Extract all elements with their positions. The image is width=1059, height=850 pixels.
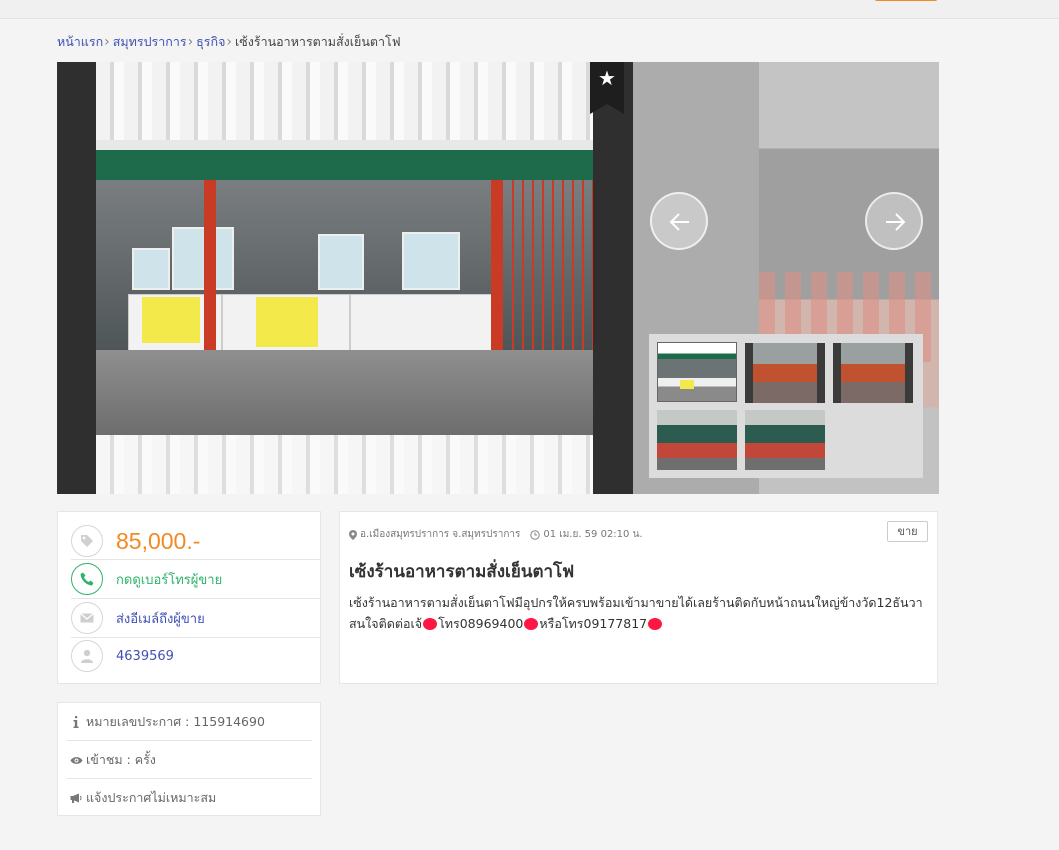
top-bar <box>0 0 1059 19</box>
listing-datetime: 01 เม.ย. 59 02:10 น. <box>543 529 643 540</box>
listing-meta: อ.เมืองสมุทรปราการ จ.สมุทรปราการ 01 เม.ย… <box>349 527 643 542</box>
listing-description: เซ้งร้านอาหารตามสั่งเย็นตาโฟมีอุปกรให้คร… <box>349 592 934 634</box>
thumbnail-1[interactable] <box>657 342 737 402</box>
envelope-icon <box>71 602 103 634</box>
chevron-right-icon: › <box>226 34 233 50</box>
breadcrumb-home[interactable]: หน้าแรก <box>57 32 103 52</box>
ad-number: หมายเลขประกาศ : 115914690 <box>86 714 265 729</box>
redaction-mark <box>423 618 438 630</box>
view-count: เข้าชม : ครั้ง <box>86 752 156 767</box>
thumbnail-2[interactable] <box>745 343 825 403</box>
report-listing-link[interactable]: แจ้งประกาศไม่เหมาะสม <box>86 788 216 808</box>
next-photo-button[interactable] <box>865 192 923 250</box>
chevron-right-icon: › <box>104 34 110 50</box>
thumbnail-4[interactable] <box>657 410 737 470</box>
map-pin-icon <box>349 529 357 540</box>
photo-gallery: ★ <box>57 62 939 494</box>
favorite-button[interactable]: ★ <box>590 62 624 114</box>
clock-icon <box>530 529 541 540</box>
breadcrumb-category[interactable]: ธุรกิจ <box>196 32 225 52</box>
breadcrumb: หน้าแรก › สมุทรปราการ › ธุรกิจ › เซ้งร้า… <box>57 32 401 52</box>
prev-photo-button[interactable] <box>650 192 708 250</box>
header-orange-tab[interactable] <box>874 0 938 1</box>
price-contact-card: 85,000.- กดดูเบอร์โทรผู้ขาย ส่งอีเมล์ถึง… <box>57 511 321 684</box>
star-icon: ★ <box>598 66 616 90</box>
breadcrumb-current: เซ้งร้านอาหารตามสั่งเย็นตาโฟ <box>235 34 401 49</box>
redaction-mark <box>648 618 663 630</box>
listing-detail-card: อ.เมืองสมุทรปราการ จ.สมุทรปราการ 01 เม.ย… <box>339 511 938 684</box>
thumbnail-3[interactable] <box>833 343 913 403</box>
listing-location: อ.เมืองสมุทรปราการ จ.สมุทรปราการ <box>360 529 521 540</box>
phone-icon <box>71 563 103 595</box>
description-text-3: หรือโทร09177817 <box>539 616 648 631</box>
show-phone-link[interactable]: กดดูเบอร์โทรผู้ขาย <box>116 569 222 590</box>
listing-type-badge: ขาย <box>887 521 928 542</box>
thumbnail-strip <box>649 334 923 478</box>
listing-info-card: หมายเลขประกาศ : 115914690 เข้าชม : ครั้ง… <box>57 702 321 816</box>
email-seller-link[interactable]: ส่งอีเมล์ถึงผู้ขาย <box>116 608 205 629</box>
info-icon <box>67 716 85 728</box>
price-value: 85,000.- <box>116 527 201 554</box>
eye-icon <box>67 756 85 765</box>
seller-id-link[interactable]: 4639569 <box>116 649 174 664</box>
listing-title: เซ้งร้านอาหารตามสั่งเย็นตาโฟ <box>349 562 575 582</box>
megaphone-icon <box>67 793 85 803</box>
chevron-right-icon: › <box>187 34 194 50</box>
main-photo[interactable] <box>96 62 593 494</box>
user-icon <box>71 640 103 672</box>
thumbnail-5[interactable] <box>745 410 825 470</box>
description-text-2: โทร08969400 <box>438 616 524 631</box>
breadcrumb-province[interactable]: สมุทรปราการ <box>113 32 187 52</box>
arrow-right-icon <box>886 213 906 231</box>
arrow-left-icon <box>669 213 689 231</box>
price-tag-icon <box>71 525 103 557</box>
redaction-mark <box>524 618 539 630</box>
